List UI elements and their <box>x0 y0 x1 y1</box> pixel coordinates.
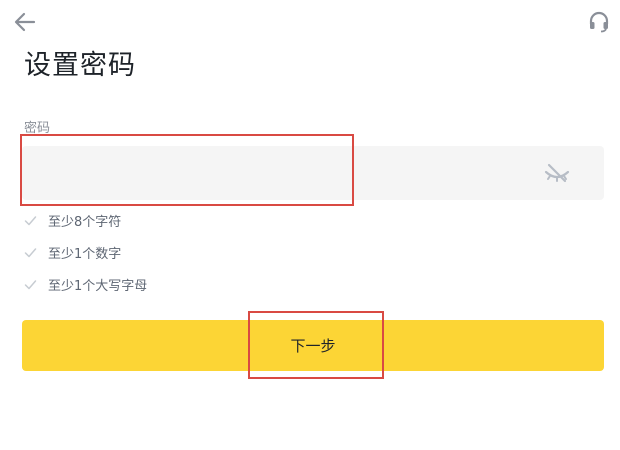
password-field[interactable] <box>22 146 604 200</box>
password-rule-min-length: 至少8个字符 <box>24 211 122 230</box>
visibility-toggle[interactable] <box>544 162 570 184</box>
page-title: 设置密码 <box>24 50 136 81</box>
headset-icon <box>589 11 609 33</box>
back-button[interactable] <box>12 10 38 34</box>
password-rule-digit: 至少1个数字 <box>24 243 122 262</box>
password-input[interactable] <box>22 146 522 200</box>
next-step-button[interactable]: 下一步 <box>22 320 604 371</box>
arrow-left-icon <box>14 12 36 32</box>
rule-text: 至少8个字符 <box>48 214 122 230</box>
password-rule-uppercase: 至少1个大写字母 <box>24 275 148 294</box>
password-label: 密码 <box>24 121 51 136</box>
check-icon <box>24 247 37 257</box>
check-icon <box>24 215 37 225</box>
rule-text: 至少1个数字 <box>48 246 122 262</box>
eye-off-icon <box>544 163 570 183</box>
support-button[interactable] <box>588 11 610 33</box>
check-icon <box>24 279 37 289</box>
rule-text: 至少1个大写字母 <box>48 278 148 294</box>
